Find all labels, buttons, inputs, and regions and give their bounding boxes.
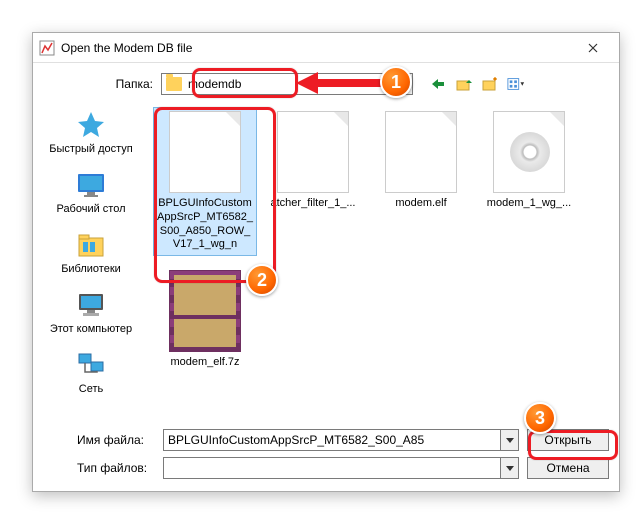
filetype-field[interactable] [163, 457, 501, 479]
filename-field[interactable]: BPLGUInfoCustomAppSrcP_MT6582_S00_A85 [163, 429, 501, 451]
filetype-dropdown-button[interactable] [501, 457, 519, 479]
chevron-down-icon [400, 82, 408, 87]
file-icon [277, 111, 349, 193]
close-button[interactable] [573, 34, 613, 62]
titlebar: Open the Modem DB file [33, 33, 619, 63]
open-button[interactable]: Открыть [527, 429, 609, 451]
place-libraries[interactable]: Библиотеки [33, 229, 149, 275]
chevron-down-icon [506, 466, 514, 471]
libraries-icon [75, 229, 107, 261]
body-area: Быстрый доступ Рабочий стол Библиотеки Э… [33, 103, 619, 425]
archive-file-icon [169, 270, 241, 352]
filename-label: Имя файла: [43, 433, 163, 447]
bottom-panel: Имя файла: BPLGUInfoCustomAppSrcP_MT6582… [33, 415, 619, 491]
view-menu-icon[interactable] [507, 75, 525, 93]
folder-icon [166, 77, 182, 91]
file-item[interactable]: modem.elf [369, 107, 473, 256]
folder-name: modemdb [188, 77, 241, 91]
computer-icon [75, 289, 107, 321]
file-item[interactable]: modem_1_wg_... [477, 107, 581, 256]
app-icon [39, 40, 55, 56]
new-folder-icon[interactable] [481, 75, 499, 93]
network-icon [75, 349, 107, 381]
up-folder-icon[interactable] [455, 75, 473, 93]
dialog-window: Open the Modem DB file Папка: modemdb Бы… [32, 32, 620, 492]
file-icon [385, 111, 457, 193]
file-item[interactable]: atcher_filter_1_... [261, 107, 365, 256]
window-title: Open the Modem DB file [61, 41, 573, 55]
desktop-icon [75, 169, 107, 201]
toolbar-icons [429, 75, 525, 93]
place-this-pc[interactable]: Этот компьютер [33, 289, 149, 335]
cancel-button[interactable]: Отмена [527, 457, 609, 479]
disc-file-icon [493, 111, 565, 193]
place-desktop[interactable]: Рабочий стол [33, 169, 149, 215]
places-bar: Быстрый доступ Рабочий стол Библиотеки Э… [33, 103, 149, 425]
place-quick-access[interactable]: Быстрый доступ [33, 109, 149, 155]
place-network[interactable]: Сеть [33, 349, 149, 395]
back-icon[interactable] [429, 75, 447, 93]
filetype-label: Тип файлов: [43, 461, 163, 475]
folder-toolbar: Папка: modemdb [33, 63, 619, 103]
chevron-down-icon [506, 438, 514, 443]
folder-dropdown[interactable]: modemdb [161, 73, 393, 95]
file-grid[interactable]: BPLGUInfoCustomAppSrcP_MT6582_S00_A850_R… [149, 103, 619, 425]
folder-label: Папка: [41, 77, 161, 91]
filename-dropdown-button[interactable] [501, 429, 519, 451]
folder-dropdown-button[interactable] [395, 73, 413, 95]
file-item[interactable]: modem_elf.7z [153, 266, 257, 374]
star-icon [75, 109, 107, 141]
close-icon [588, 43, 598, 53]
file-item-selected[interactable]: BPLGUInfoCustomAppSrcP_MT6582_S00_A850_R… [153, 107, 257, 256]
file-icon [169, 111, 241, 193]
